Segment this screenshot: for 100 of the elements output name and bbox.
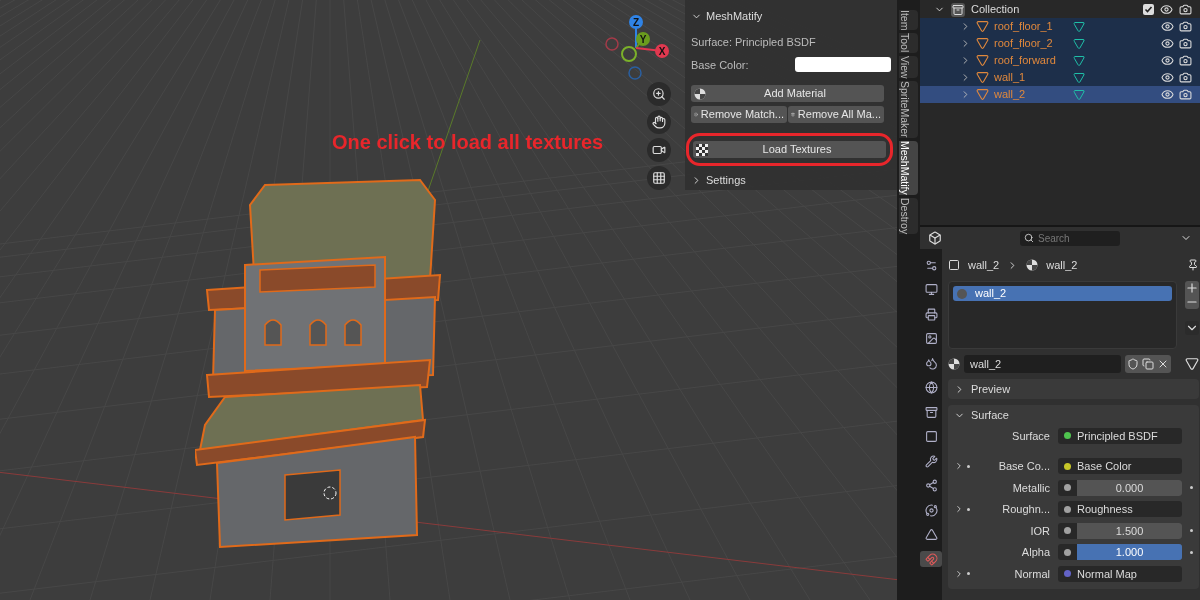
camera-icon[interactable] xyxy=(1179,3,1192,16)
settings-label[interactable]: Settings xyxy=(706,172,746,189)
outliner-row[interactable]: wall_2 xyxy=(920,86,1200,103)
panel-button[interactable]: Remove All Ma... xyxy=(788,106,884,123)
camera-icon[interactable] xyxy=(1179,54,1192,67)
collection-name[interactable]: Collection xyxy=(971,1,1137,18)
number-field[interactable]: 0.000 xyxy=(1058,479,1182,496)
search-icon xyxy=(1024,233,1034,243)
editor-type-icon[interactable] xyxy=(928,231,942,245)
material-name-field[interactable]: wall_2 xyxy=(964,355,1121,373)
negative-axis-handle[interactable] xyxy=(621,46,637,62)
outliner-row[interactable]: roof_forward xyxy=(920,52,1200,69)
eye-icon[interactable] xyxy=(1160,3,1173,16)
triangle-icon xyxy=(976,20,989,33)
view-control-button[interactable] xyxy=(647,110,671,134)
color-swatch[interactable] xyxy=(795,57,891,73)
chevron-icon[interactable] xyxy=(954,504,964,515)
eye-icon[interactable] xyxy=(1161,88,1174,101)
copy-icon[interactable] xyxy=(1142,358,1154,370)
camera-icon[interactable] xyxy=(1179,88,1192,101)
sidebar-tab[interactable]: Destroy xyxy=(899,197,918,234)
shield-icon[interactable] xyxy=(1127,358,1139,370)
mesh-icon xyxy=(1073,20,1085,33)
eye-icon[interactable] xyxy=(1161,20,1174,33)
base-color-label: Base Color: xyxy=(691,57,749,73)
socket-field[interactable]: Base Color xyxy=(1058,458,1182,475)
property-label: Roughn... xyxy=(1001,502,1051,517)
triangle-icon xyxy=(976,71,989,84)
panel-button[interactable]: Load Textures xyxy=(693,141,886,158)
outliner-row[interactable]: roof_floor_1 xyxy=(920,18,1200,35)
chevron-icon[interactable] xyxy=(954,568,964,579)
mesh-icon xyxy=(1073,71,1085,84)
property-label: Surface xyxy=(1011,428,1051,444)
breadcrumb-item: wall_2 xyxy=(968,257,1000,273)
chevron-icon[interactable] xyxy=(954,461,964,472)
close-icon[interactable] xyxy=(1157,358,1169,370)
sphere-icon xyxy=(1026,259,1039,271)
checkbox[interactable] xyxy=(1143,4,1154,15)
annotation-text: One click to load all textures xyxy=(332,130,604,155)
view-control-button[interactable] xyxy=(647,166,671,190)
panel-title: MeshMatify xyxy=(706,8,763,24)
view-control-button[interactable] xyxy=(647,138,671,162)
negative-axis-handle[interactable] xyxy=(628,66,642,80)
number-field[interactable]: 1.500 xyxy=(1058,522,1182,539)
sidebar-tab[interactable]: Tool xyxy=(899,33,918,53)
socket-field[interactable]: Normal Map xyxy=(1058,565,1182,582)
search-field[interactable]: Search xyxy=(1020,230,1120,246)
mesh-icon xyxy=(1073,54,1085,67)
sphere-icon xyxy=(948,358,960,370)
camera-icon[interactable] xyxy=(1179,37,1192,50)
property-label: Normal xyxy=(1013,566,1051,582)
object-name: wall_1 xyxy=(994,70,1027,86)
hand-icon xyxy=(652,115,666,129)
socket-field[interactable]: Principled BSDF xyxy=(1058,427,1182,444)
sidebar-tab[interactable]: View xyxy=(899,55,918,79)
surface-label: Surface: Principled BSDF xyxy=(691,35,817,50)
property-label: Metallic xyxy=(1011,480,1051,496)
mesh-icon[interactable] xyxy=(1185,357,1199,371)
panel-button[interactable]: Add Material xyxy=(691,85,884,102)
negative-axis-handle[interactable] xyxy=(605,37,619,51)
property-label: Base Co... xyxy=(997,459,1051,474)
sidebar-tab[interactable]: SpriteMaker xyxy=(899,81,918,138)
pin-icon[interactable] xyxy=(1187,259,1199,271)
surface-panel-header[interactable]: Surface xyxy=(948,405,1199,425)
panel-button[interactable]: Remove Match... xyxy=(691,106,787,123)
axis-drawing[interactable]: X xyxy=(635,44,669,58)
material-slot[interactable]: wall_2 xyxy=(953,286,1172,301)
object-icon xyxy=(948,259,960,271)
outliner-row[interactable]: wall_1 xyxy=(920,69,1200,86)
object-name: roof_floor_1 xyxy=(994,19,1054,35)
plus-icon[interactable] xyxy=(1185,281,1199,295)
object-name: wall_2 xyxy=(994,87,1027,103)
axis-drawing[interactable]: Y xyxy=(635,32,650,49)
socket-field[interactable]: Roughness xyxy=(1058,501,1182,518)
eye-icon[interactable] xyxy=(1161,37,1174,50)
triangle-icon xyxy=(976,54,989,67)
object-name: roof_forward xyxy=(994,53,1057,69)
triangle-icon xyxy=(976,37,989,50)
triangle-icon xyxy=(976,88,989,101)
collection-icon xyxy=(951,2,965,17)
view-control-button[interactable] xyxy=(647,82,671,106)
number-field[interactable]: 1.000 xyxy=(1058,544,1182,561)
breadcrumb-item: wall_2 xyxy=(1046,257,1079,273)
eye-icon[interactable] xyxy=(1161,71,1174,84)
eye-icon[interactable] xyxy=(1161,54,1174,67)
magnet-icon[interactable] xyxy=(920,551,942,567)
camera-icon[interactable] xyxy=(1179,71,1192,84)
mesh-icon xyxy=(1073,37,1085,50)
chevron-icon[interactable] xyxy=(1185,321,1199,335)
property-label: Alpha xyxy=(1020,545,1051,560)
sidebar-tab[interactable]: Item xyxy=(899,10,918,31)
zoom-icon xyxy=(652,87,666,101)
grid-icon xyxy=(652,171,666,185)
sidebar-tab[interactable]: MeshMatify xyxy=(899,140,918,195)
preview-panel-header[interactable]: Preview xyxy=(948,379,1199,399)
mesh-icon xyxy=(1073,88,1085,101)
object-name: roof_floor_2 xyxy=(994,36,1054,52)
checker-icon xyxy=(696,143,708,156)
outliner-row[interactable]: roof_floor_2 xyxy=(920,35,1200,52)
camera-icon[interactable] xyxy=(1179,20,1192,33)
